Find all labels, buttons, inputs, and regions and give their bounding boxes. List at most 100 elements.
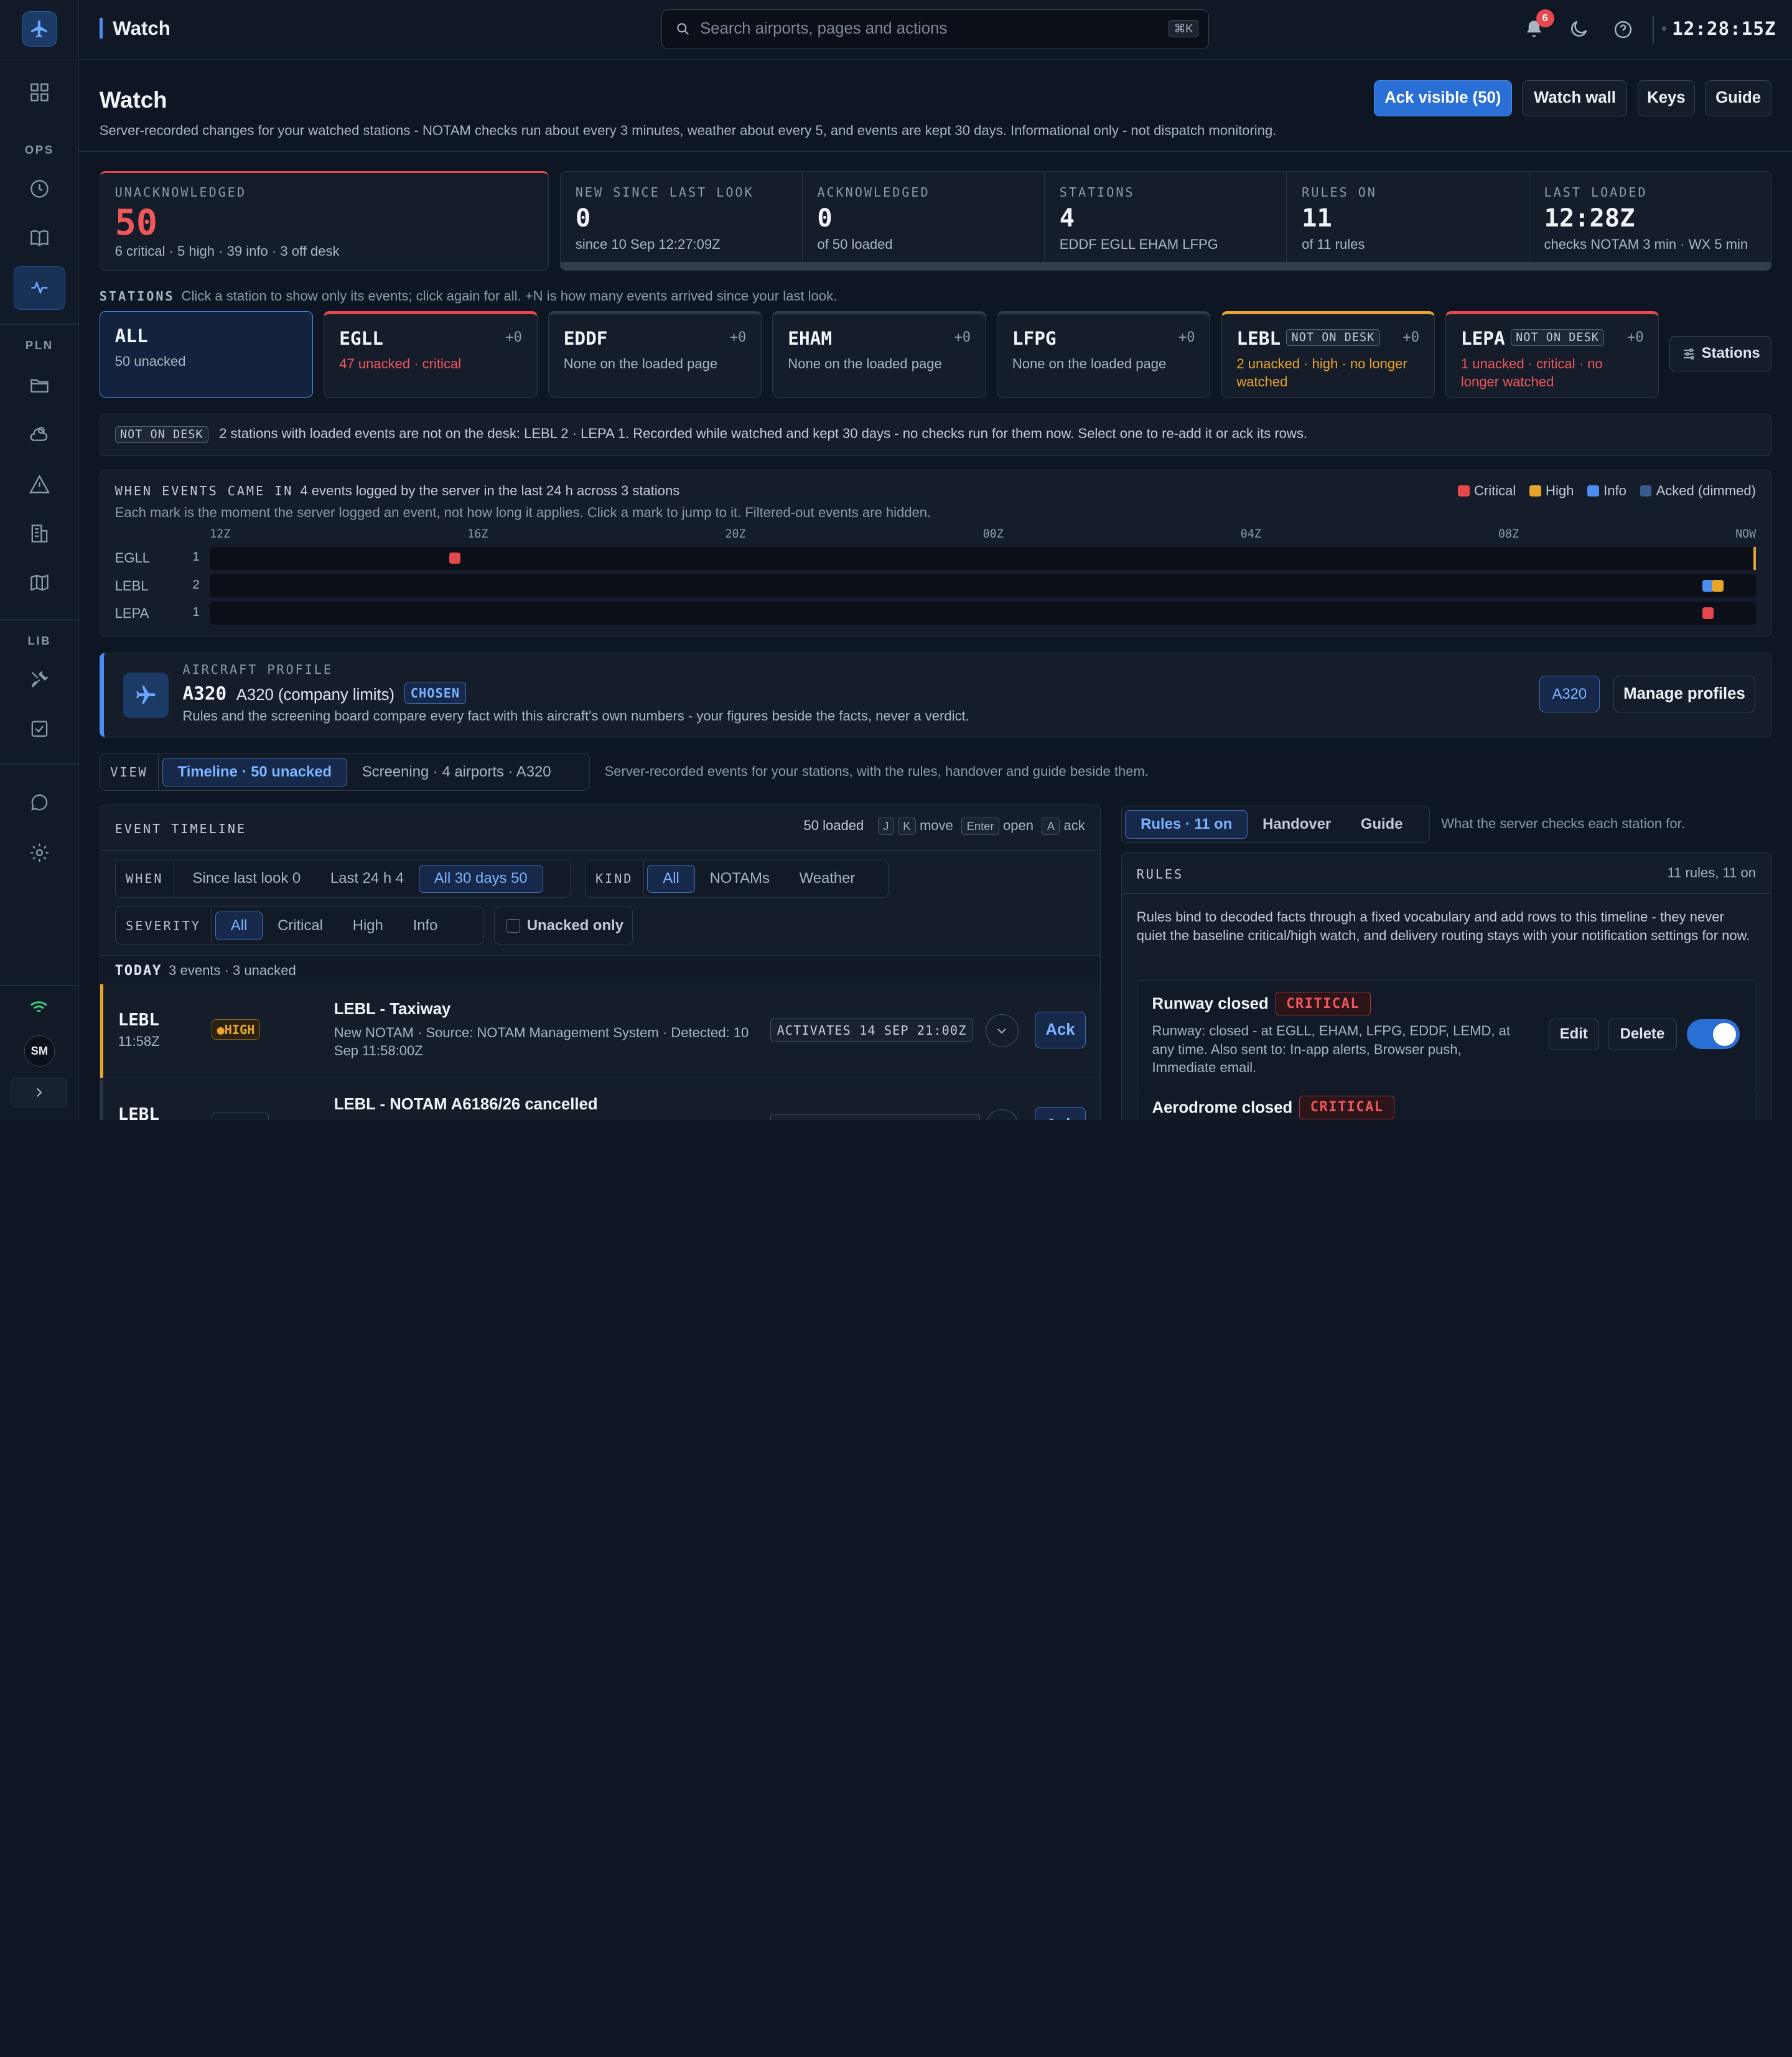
view-option-timeline[interactable]: Timeline · 50 unacked xyxy=(162,757,347,786)
tab-rules[interactable]: Rules · 11 on xyxy=(1125,810,1248,839)
stations-header: STATIONS Click a station to show only its… xyxy=(100,288,837,304)
sidebar-item-dashboard[interactable] xyxy=(14,71,65,114)
notifications-badge: 6 xyxy=(1536,9,1554,28)
when-option-since-last[interactable]: Since last look 0 xyxy=(178,865,316,893)
ack-button[interactable]: Ack xyxy=(1034,1106,1086,1120)
table-row[interactable]: LEBL LEBL - NOTAM A6186/26 cancelled Ack xyxy=(100,1079,1100,1120)
chat-icon xyxy=(31,794,48,811)
avatar[interactable]: SM xyxy=(24,1035,55,1066)
sidebar-item-tools[interactable] xyxy=(14,658,65,702)
aircraft-select[interactable]: A320 xyxy=(1539,676,1600,713)
kind-option-notams[interactable]: NOTAMs xyxy=(695,865,785,893)
keys-button[interactable]: Keys xyxy=(1637,80,1695,117)
x-tick-label: 16Z xyxy=(467,527,488,541)
day-label: TODAY xyxy=(114,963,162,979)
sidebar-item-files[interactable] xyxy=(14,363,65,407)
stat-label: NEW SINCE LAST LOOK xyxy=(575,184,754,200)
station-status: None on the loaded page xyxy=(1012,355,1167,371)
station-card-egll[interactable]: EGLL +0 47 unacked · critical xyxy=(324,310,538,398)
main-content: Watch Server-recorded changes for your w… xyxy=(78,60,1792,1120)
event-mark-critical[interactable] xyxy=(449,553,461,564)
unacked-only-toggle[interactable]: Unacked only xyxy=(494,907,633,945)
sidebar-item-maps[interactable] xyxy=(14,561,65,605)
search-input[interactable]: Search airports, pages and actions ⌘K xyxy=(661,9,1210,49)
station-card-lebl[interactable]: LEBL NOT ON DESK +0 2 unacked · high · no l… xyxy=(1221,310,1435,398)
toggle-knob xyxy=(1713,1022,1737,1046)
utc-clock: 12:28:15Z xyxy=(1672,18,1776,40)
rule-enabled-toggle[interactable] xyxy=(1687,1019,1740,1050)
severity-option-all[interactable]: All xyxy=(215,911,263,940)
not-on-desk-text: 2 stations with loaded events are not on… xyxy=(219,426,1307,442)
not-on-desk-tag: NOT ON DESK xyxy=(1286,329,1380,346)
station-card-lepa[interactable]: LEPA NOT ON DESK +0 1 unacked · critical · … xyxy=(1445,310,1659,398)
rules-title: RULES xyxy=(1136,867,1184,882)
side-hint: What the server checks each station for. xyxy=(1441,816,1685,832)
sidebar-item-history[interactable] xyxy=(14,167,65,210)
not-on-desk-tag: NOT ON DESK xyxy=(1510,329,1605,346)
help-button[interactable] xyxy=(1613,19,1633,45)
topbar-title: Watch xyxy=(99,18,170,39)
sidebar-item-settings[interactable] xyxy=(14,831,65,874)
stat-last-loaded: LAST LOADED 12:28Z checks NOTAM 3 min · … xyxy=(1528,172,1770,263)
unacknowledged-card[interactable]: UNACKNOWLEDGED 50 6 critical · 5 high · … xyxy=(99,171,549,271)
severity-option-high[interactable]: High xyxy=(338,912,398,940)
sidebar-item-watch[interactable] xyxy=(14,266,65,310)
sidebar-section-label: LIB xyxy=(27,634,52,648)
key-move-label: move xyxy=(919,818,953,834)
view-hint: Server-recorded events for your stations… xyxy=(604,763,1149,779)
activates-tag: ACTIVATES 14 SEP 21:00Z xyxy=(770,1019,973,1042)
station-card-all[interactable]: ALL 50 unacked xyxy=(99,310,314,398)
tab-guide[interactable]: Guide xyxy=(1346,810,1417,839)
watch-wall-button[interactable]: Watch wall xyxy=(1522,80,1628,117)
when-option-24h[interactable]: Last 24 h 4 xyxy=(315,865,419,893)
rule-edit-button[interactable]: Edit xyxy=(1548,1018,1599,1051)
unacked-only-checkbox[interactable] xyxy=(506,918,520,933)
expand-row-button[interactable] xyxy=(985,1109,1019,1120)
event-title[interactable]: LEBL - Taxiway xyxy=(334,1001,451,1019)
when-filter-label: WHEN xyxy=(116,861,175,897)
when-option-30d[interactable]: All 30 days 50 xyxy=(418,864,543,893)
table-row[interactable]: LEBL 11:58Z ●HIGH LEBL - Taxiway New NOT… xyxy=(100,984,1100,1078)
station-status: 47 unacked · critical xyxy=(339,355,462,371)
severity-option-critical[interactable]: Critical xyxy=(263,912,338,940)
sidebar-item-airports[interactable] xyxy=(14,512,65,556)
stat-value: 0 xyxy=(817,203,833,233)
not-on-desk-banner: NOT ON DESK 2 stations with loaded event… xyxy=(99,413,1771,456)
sidebar-item-checklists[interactable] xyxy=(14,707,65,751)
ack-visible-button[interactable]: Ack visible (50) xyxy=(1373,80,1512,117)
page-subtitle: Server-recorded changes for your watched… xyxy=(99,122,1277,138)
tab-handover[interactable]: Handover xyxy=(1248,810,1346,839)
app-logo[interactable] xyxy=(21,11,57,47)
event-title[interactable]: LEBL - NOTAM A6186/26 cancelled xyxy=(334,1096,598,1114)
sidebar-item-weather[interactable] xyxy=(14,413,65,456)
theme-toggle[interactable] xyxy=(1568,18,1590,45)
kind-option-all[interactable]: All xyxy=(647,864,695,893)
guide-button[interactable]: Guide xyxy=(1705,80,1771,117)
sidebar-item-library[interactable] xyxy=(14,216,65,259)
lane-track xyxy=(210,574,1757,597)
ack-button[interactable]: Ack xyxy=(1034,1012,1086,1049)
sidebar-item-chat[interactable] xyxy=(14,780,65,824)
severity-option-info[interactable]: Info xyxy=(398,912,453,940)
event-mark-critical[interactable] xyxy=(1702,607,1714,619)
manage-profiles-button[interactable]: Manage profiles xyxy=(1613,676,1755,713)
rule-delete-button[interactable]: Delete xyxy=(1608,1018,1677,1051)
legend-swatch xyxy=(1587,485,1599,497)
station-card-eddf[interactable]: EDDF +0 None on the loaded page xyxy=(548,310,762,398)
sidebar-item-hazards[interactable] xyxy=(14,463,65,506)
sidebar-section-label: PLN xyxy=(25,338,54,352)
view-option-screening[interactable]: Screening · 4 airports · A320 xyxy=(347,758,566,786)
lane-track xyxy=(210,602,1757,625)
event-mark-high[interactable] xyxy=(1712,580,1724,592)
sidebar-expand-button[interactable] xyxy=(10,1078,68,1108)
activates-tag xyxy=(770,1113,980,1120)
checklist-icon xyxy=(31,721,48,737)
chevron-right-icon xyxy=(36,1088,42,1098)
aircraft-icon xyxy=(123,672,169,719)
station-code: EDDF xyxy=(564,328,747,349)
kind-option-weather[interactable]: Weather xyxy=(785,865,870,893)
station-card-lfpg[interactable]: LFPG +0 None on the loaded page xyxy=(996,310,1211,398)
expand-row-button[interactable] xyxy=(985,1014,1019,1048)
stations-button[interactable]: Stations xyxy=(1669,335,1771,371)
station-card-eham[interactable]: EHAM +0 None on the loaded page xyxy=(772,310,986,398)
